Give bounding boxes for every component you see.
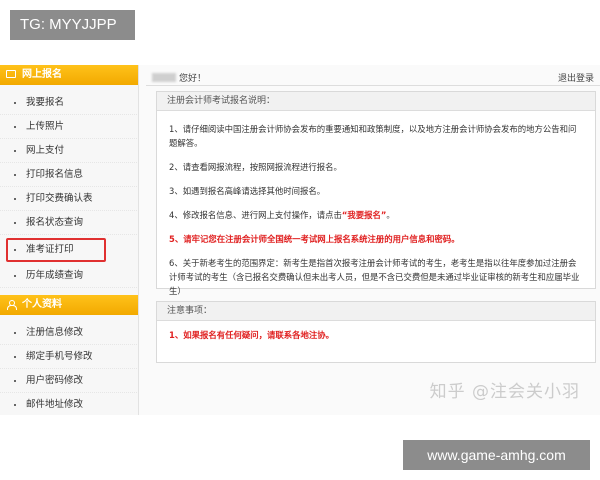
bullet-icon — [14, 380, 16, 382]
sidebar-item-edit-password[interactable]: 用户密码修改 — [0, 369, 137, 393]
sidebar-item-label: 打印报名信息 — [26, 169, 84, 180]
blurred-username — [152, 73, 176, 82]
sidebar-item-label: 历年成绩查询 — [26, 270, 84, 281]
zhihu-watermark: 知乎 @注会关小羽 — [429, 382, 580, 402]
top-bar: 您好！ 退出登录 — [146, 69, 600, 86]
bullet-icon — [14, 404, 16, 406]
notes-panel: 注意事项： 1、如果报名有任何疑问，请联系各地注协。 — [156, 301, 596, 363]
instruction-item-text: 4、修改报名信息、进行网上支付操作，请点击 — [169, 210, 342, 220]
logout-link[interactable]: 退出登录 — [558, 71, 594, 84]
monitor-icon — [6, 70, 16, 78]
sidebar-item-label: 我要报名 — [26, 97, 65, 108]
bullet-icon — [14, 126, 16, 128]
sidebar-item-edit-registration-info[interactable]: 注册信息修改 — [0, 321, 137, 345]
instruction-item: 4、修改报名信息、进行网上支付操作，请点击“我要报名”。 — [169, 208, 583, 222]
register-link[interactable]: “我要报名” — [342, 210, 387, 220]
greeting: 您好！ — [152, 71, 206, 84]
sidebar-item-label: 上传照片 — [26, 121, 65, 132]
instruction-item: 1、请仔细阅读中国注册会计师协会发布的重要通知和政策制度，以及地方注册会计师协会… — [169, 124, 577, 148]
bullet-icon — [14, 198, 16, 200]
notes-text: 1、如果报名有任何疑问，请联系各地注协。 — [169, 330, 334, 340]
instruction-item-end: 。 — [386, 210, 395, 220]
bullet-icon — [14, 332, 16, 334]
sidebar-item-admission-ticket-print[interactable]: 准考证打印 — [6, 238, 106, 262]
sidebar-item-upload-photo[interactable]: 上传照片 — [0, 115, 137, 139]
sidebar-item-label: 绑定手机号修改 — [26, 351, 93, 362]
instruction-item: 3、如遇到报名高峰请选择其他时间报名。 — [169, 186, 326, 196]
bullet-icon — [14, 150, 16, 152]
sidebar-item-label: 注册信息修改 — [26, 327, 84, 338]
main-content: 您好！ 退出登录 注册会计师考试报名说明： 1、请仔细阅读中国注册会计师协会发布… — [146, 65, 600, 415]
person-icon — [6, 300, 17, 310]
bullet-icon — [14, 249, 16, 251]
sidebar-item-registration-status[interactable]: 报名状态查询 — [0, 211, 137, 235]
sidebar-item-label: 用户密码修改 — [26, 375, 84, 386]
sidebar-item-print-registration[interactable]: 打印报名信息 — [0, 163, 137, 187]
bullet-icon — [14, 102, 16, 104]
sidebar-item-online-payment[interactable]: 网上支付 — [0, 139, 137, 163]
instruction-item-warning: 5、请牢记您在注册会计师全国统一考试网上报名系统注册的用户信息和密码。 — [169, 234, 460, 244]
sidebar-section-personal-info[interactable]: 个人资料 — [0, 295, 138, 315]
greeting-text: 您好！ — [179, 74, 207, 84]
sidebar-item-edit-email[interactable]: 邮件地址修改 — [0, 393, 137, 415]
watermark-site-badge: www.game-amhg.com — [403, 440, 590, 470]
sidebar-section-online-registration[interactable]: 网上报名 — [0, 65, 138, 85]
instructions-title: 注册会计师考试报名说明： — [157, 92, 595, 111]
sidebar-item-register[interactable]: 我要报名 — [0, 91, 137, 115]
sidebar-item-edit-phone[interactable]: 绑定手机号修改 — [0, 345, 137, 369]
sidebar: 网上报名 我要报名 上传照片 网上支付 打印报名信息 打印交费确认表 报名状态查… — [0, 65, 139, 415]
sidebar-item-label: 邮件地址修改 — [26, 399, 84, 410]
sidebar-section-title: 个人资料 — [22, 299, 62, 310]
instructions-panel: 注册会计师考试报名说明： 1、请仔细阅读中国注册会计师协会发布的重要通知和政策制… — [156, 91, 596, 296]
sidebar-item-label: 打印交费确认表 — [26, 193, 93, 204]
instruction-item: 2、请查看网报流程，按照网报流程进行报名。 — [169, 162, 342, 172]
bullet-icon — [14, 356, 16, 358]
sidebar-item-score-history[interactable]: 历年成绩查询 — [0, 264, 137, 288]
notes-title: 注意事项： — [157, 302, 595, 321]
sidebar-item-label: 报名状态查询 — [26, 217, 84, 228]
bullet-icon — [14, 275, 16, 277]
watermark-tg-badge: TG: MYYJJPP — [10, 10, 135, 40]
bullet-icon — [14, 222, 16, 224]
sidebar-item-label: 准考证打印 — [26, 244, 74, 255]
instruction-item: 6、关于新老考生的范围界定：新考生是指首次报考注册会计师考试的考生，老考生是指以… — [169, 258, 580, 296]
sidebar-item-label: 网上支付 — [26, 145, 65, 156]
sidebar-item-print-payment-confirmation[interactable]: 打印交费确认表 — [0, 187, 137, 211]
bullet-icon — [14, 174, 16, 176]
screenshot-area: 网上报名 我要报名 上传照片 网上支付 打印报名信息 打印交费确认表 报名状态查… — [0, 65, 600, 415]
sidebar-section-title: 网上报名 — [22, 69, 62, 80]
